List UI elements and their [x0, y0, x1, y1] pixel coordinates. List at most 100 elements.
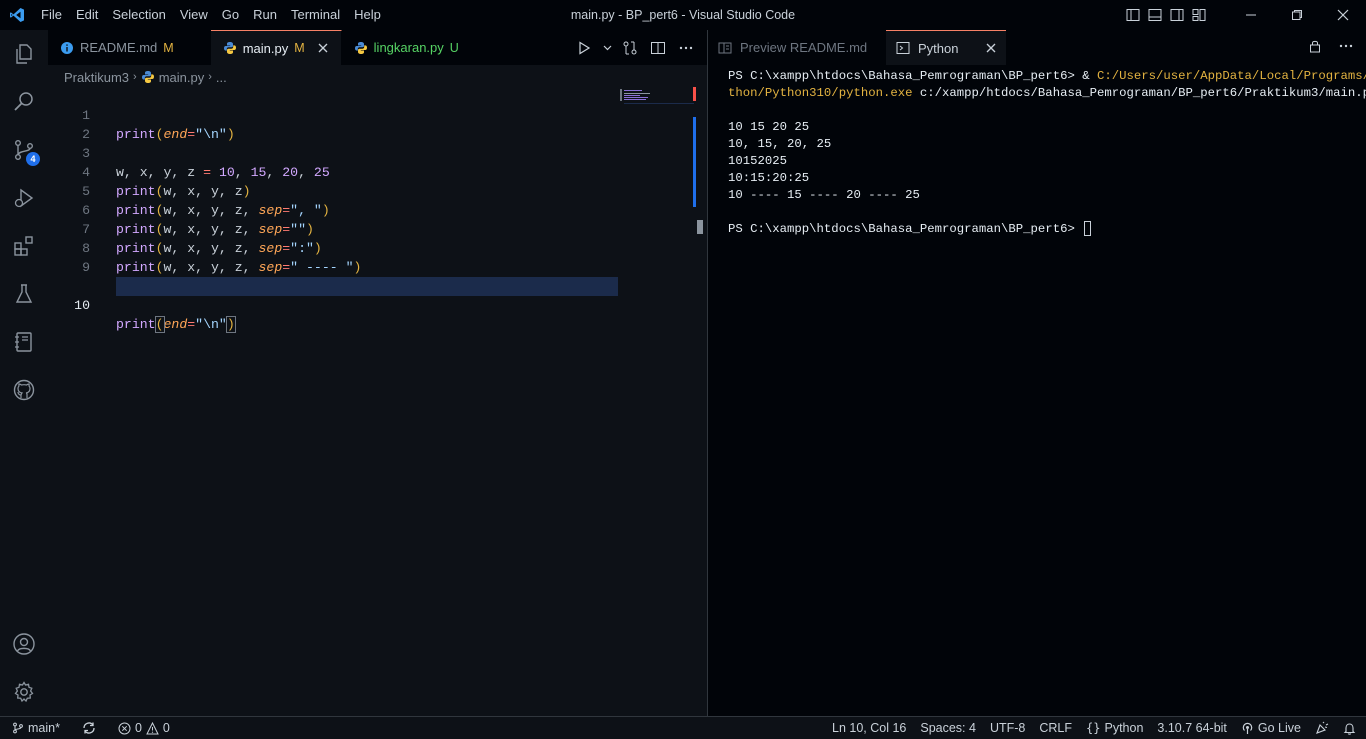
cursor-position[interactable]: Ln 10, Col 16	[825, 717, 913, 739]
code-line-current: 10 print(end="\n")	[48, 258, 708, 333]
line-ending[interactable]: CRLF	[1032, 717, 1079, 739]
more-actions-icon[interactable]	[1338, 38, 1354, 57]
menu-edit[interactable]: Edit	[69, 0, 105, 30]
toggle-panel-icon[interactable]	[1144, 0, 1166, 30]
menu-file[interactable]: File	[34, 0, 69, 30]
minimize-icon[interactable]	[1228, 0, 1274, 30]
python-file-icon	[223, 41, 237, 55]
tab-preview-readme[interactable]: Preview README.md	[708, 30, 886, 65]
activity-bar: 4	[0, 30, 48, 716]
error-icon	[118, 722, 131, 735]
title-bar: File Edit Selection View Go Run Terminal…	[0, 0, 1366, 30]
code-line: 4 print(w, x, y, z)	[48, 144, 708, 199]
tab-status: U	[449, 40, 459, 55]
split-editor-icon[interactable]	[648, 38, 668, 58]
lock-group-icon[interactable]	[1308, 39, 1322, 56]
terminal-output-line: 10 ---- 15 ---- 20 ---- 25	[728, 188, 920, 202]
customize-layout-icon[interactable]	[1188, 0, 1210, 30]
terminal-output-line: 10152025	[728, 154, 788, 168]
git-branch-icon	[12, 722, 24, 734]
feedback-icon[interactable]	[1308, 717, 1336, 739]
toggle-secondary-sidebar-icon[interactable]	[1166, 0, 1188, 30]
terminal-output[interactable]: PS C:\xampp\htdocs\Bahasa_Pemrograman\BP…	[728, 68, 1366, 238]
code-line: 5 print(w, x, y, z, sep=", ")	[48, 163, 708, 218]
chevron-right-icon: ›	[208, 71, 212, 83]
info-icon	[60, 41, 74, 55]
account-icon[interactable]	[0, 620, 48, 668]
menu-go[interactable]: Go	[215, 0, 246, 30]
tab-readme[interactable]: README.md M	[48, 30, 211, 65]
tab-label: README.md	[80, 40, 158, 55]
indentation[interactable]: Spaces: 4	[913, 717, 983, 739]
warning-icon	[146, 721, 159, 735]
branch-name: main*	[28, 721, 60, 735]
menu-help[interactable]: Help	[347, 0, 388, 30]
notebook-icon[interactable]	[0, 318, 48, 366]
code-line: 2	[48, 106, 708, 142]
tab-main-py[interactable]: main.py M	[210, 30, 342, 65]
status-bar: main* 0 0 Ln 10, Col 16 Spaces: 4 UTF-8 …	[0, 716, 1366, 739]
breadcrumb-folder[interactable]: Praktikum3	[64, 70, 129, 85]
python-interpreter[interactable]: 3.10.7 64-bit	[1150, 717, 1234, 739]
error-count: 0	[134, 721, 142, 735]
notifications-bell-icon[interactable]	[1336, 717, 1366, 739]
source-control-icon[interactable]: 4	[0, 126, 48, 174]
close-tab-icon[interactable]	[315, 41, 331, 56]
broadcast-icon	[1241, 722, 1254, 735]
terminal-cursor	[1084, 221, 1092, 237]
open-changes-icon[interactable]	[620, 38, 640, 58]
search-icon[interactable]	[0, 78, 48, 126]
code-line: 7 print(w, x, y, z, sep=":")	[48, 201, 708, 256]
editor-scrollbar[interactable]	[693, 87, 707, 707]
tab-python-terminal[interactable]: Python	[886, 30, 1007, 65]
go-live-button[interactable]: Go Live	[1234, 717, 1308, 739]
explorer-icon[interactable]	[0, 30, 48, 78]
vscode-logo-icon	[0, 0, 34, 30]
braces-icon: {}	[1086, 721, 1101, 735]
source-control-badge: 4	[26, 152, 40, 166]
language-mode[interactable]: {} Python	[1079, 717, 1150, 739]
toggle-primary-sidebar-icon[interactable]	[1122, 0, 1144, 30]
close-tab-icon[interactable]	[986, 41, 996, 56]
minimap[interactable]	[620, 87, 696, 107]
sync-icon[interactable]	[78, 717, 100, 739]
code-line: 6 print(w, x, y, z, sep="")	[48, 182, 708, 237]
tab-status: M	[294, 41, 305, 55]
more-actions-icon[interactable]	[676, 38, 696, 58]
settings-gear-icon[interactable]	[0, 668, 48, 716]
github-icon[interactable]	[0, 366, 48, 414]
testing-icon[interactable]	[0, 270, 48, 318]
terminal-icon	[896, 41, 910, 55]
encoding[interactable]: UTF-8	[983, 717, 1032, 739]
menu-terminal[interactable]: Terminal	[284, 0, 347, 30]
restore-icon[interactable]	[1274, 0, 1320, 30]
terminal-output-line: 10:15:20:25	[728, 171, 810, 185]
tab-status: M	[163, 40, 174, 55]
menu-selection[interactable]: Selection	[105, 0, 172, 30]
breadcrumb-file[interactable]: main.py	[159, 70, 205, 85]
run-debug-icon[interactable]	[0, 174, 48, 222]
tab-lingkaran-py[interactable]: lingkaran.py U	[342, 30, 470, 65]
branch-status[interactable]: main*	[8, 717, 64, 739]
menu-bar: File Edit Selection View Go Run Terminal…	[34, 0, 388, 30]
tab-label: lingkaran.py	[373, 40, 444, 55]
code-editor[interactable]: 1 print(end="\n") 2 3 w, x, y, z = 10, 1…	[48, 87, 708, 707]
breadcrumb-more[interactable]: ...	[216, 70, 227, 85]
python-file-icon	[141, 70, 155, 84]
terminal-output-line: 10, 15, 20, 25	[728, 137, 832, 151]
extensions-icon[interactable]	[0, 222, 48, 270]
editor-group-right: Preview README.md Python PS C:\xampp\htd…	[708, 30, 1366, 716]
line-number: 10	[74, 298, 90, 313]
run-dropdown-chevron-icon[interactable]	[602, 38, 612, 58]
run-python-file-icon[interactable]	[574, 38, 594, 58]
terminal-prompt: PS C:\xampp\htdocs\Bahasa_Pemrograman\BP…	[728, 221, 1358, 238]
preview-icon	[718, 41, 732, 55]
tab-label: main.py	[242, 40, 289, 56]
menu-run[interactable]: Run	[246, 0, 284, 30]
menu-view[interactable]: View	[173, 0, 215, 30]
code-line: 8 print(w, x, y, z, sep=" ---- ")	[48, 220, 708, 275]
close-window-icon[interactable]	[1320, 0, 1366, 30]
language-label: Python	[1104, 721, 1144, 735]
problems-status[interactable]: 0 0	[114, 717, 174, 739]
breadcrumb: Praktikum3 › main.py › ...	[64, 66, 227, 88]
